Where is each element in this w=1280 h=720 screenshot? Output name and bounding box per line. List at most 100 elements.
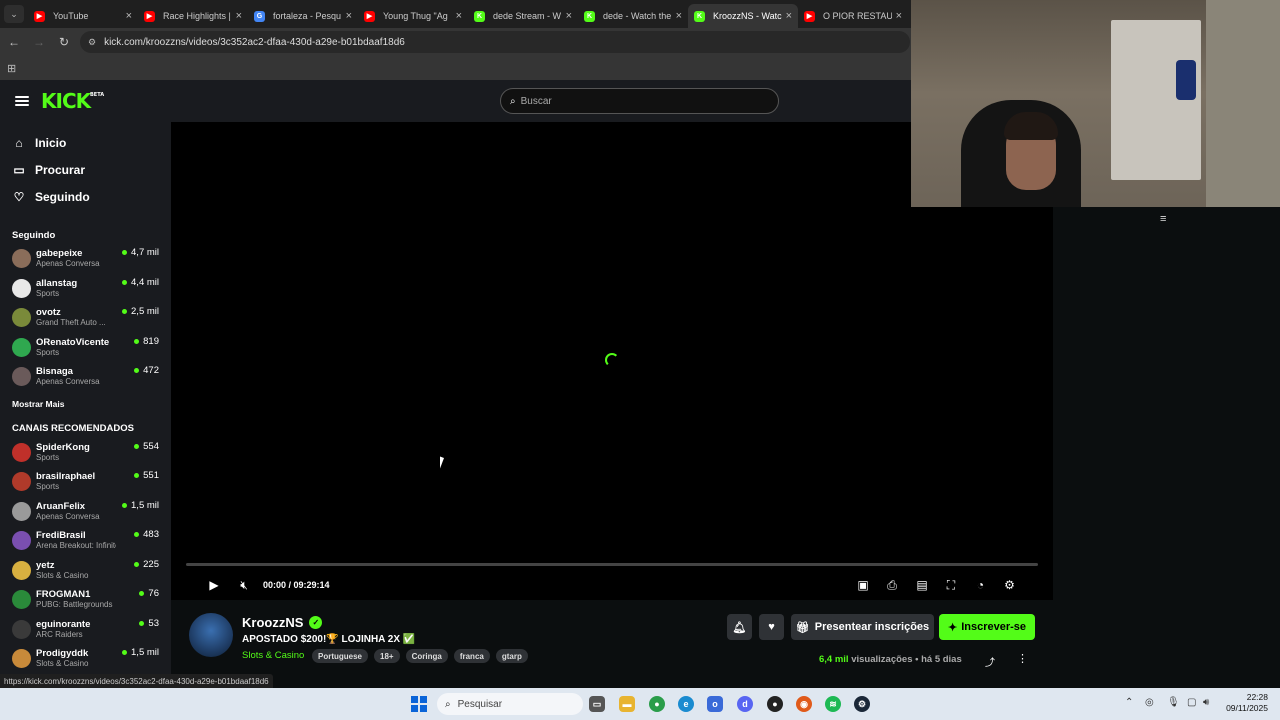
file-explorer-icon[interactable]: ▬ [619, 696, 635, 712]
channel-item[interactable]: allanstag Sports 4,4 mil [0, 274, 171, 304]
tray-chevron-icon[interactable]: ⌃ [1125, 697, 1133, 708]
chat-collapse-icon[interactable]: ≡ [1160, 213, 1166, 225]
viewer-count: 551 [143, 470, 159, 481]
sidebar-nav-item[interactable]: ▭ Procurar [0, 156, 171, 183]
progress-bar[interactable] [186, 563, 1038, 566]
tab-close-icon[interactable]: × [896, 10, 902, 22]
stream-tag[interactable]: Portuguese [312, 649, 369, 663]
sidebar-nav-item[interactable]: ♡ Seguindo [0, 183, 171, 210]
channel-item[interactable]: FrediBrasil Arena Breakout: Infinite 483 [0, 526, 171, 556]
sidebar-nav-label: Procurar [35, 162, 86, 177]
channel-name: Prodigyddk [36, 648, 89, 660]
browser-tab[interactable]: Gfortaleza - Pesqu × [248, 4, 358, 28]
windows-start-icon[interactable] [411, 696, 427, 712]
miniplayer-icon[interactable]: ▣ [856, 576, 870, 594]
outlook-icon[interactable]: o [707, 696, 723, 712]
chrome-icon[interactable]: ● [649, 696, 665, 712]
volume-icon[interactable]: 🔊︎ [1203, 697, 1209, 708]
streamer-avatar[interactable] [189, 613, 233, 657]
settings-gear-icon[interactable]: ⚙ [1002, 576, 1017, 594]
clip-icon[interactable]: ⎙ [885, 576, 899, 594]
steam-icon[interactable]: ⚙ [854, 696, 870, 712]
search-input[interactable]: ⌕ Buscar [500, 88, 779, 114]
channel-avatar [12, 337, 31, 357]
tab-close-icon[interactable]: × [346, 10, 352, 22]
tray-app-icon[interactable]: ◎ [1145, 697, 1154, 708]
stream-tag[interactable]: 18+ [374, 649, 400, 663]
channel-item[interactable]: Prodigyddk Slots & Casino 1,5 mil [0, 644, 171, 674]
stream-tag[interactable]: Coringa [405, 649, 448, 663]
mute-icon[interactable]: 🔇︎ [236, 576, 252, 594]
tab-close-icon[interactable]: × [126, 10, 132, 22]
browser-tab[interactable]: Kdede - Watch the × [578, 4, 688, 28]
edge-icon[interactable]: e [678, 696, 694, 712]
taskbar-clock[interactable]: 22:28 09/11/2025 [1226, 692, 1268, 714]
browser-tab[interactable]: K KroozzNS - Watc × [688, 4, 798, 28]
kick-logo[interactable]: KICK BETA [41, 89, 104, 113]
subscribe-button[interactable]: ✦ Inscrever-se [939, 614, 1035, 640]
channel-name: eguinorante [36, 618, 91, 630]
show-more-link[interactable]: Mostrar Mais [0, 394, 171, 414]
tab-favicon-icon: ▶ [144, 10, 155, 22]
streamer-name[interactable]: KroozzNS [242, 615, 303, 630]
browser-tab[interactable]: ▶ O PIOR RESTAUR × [798, 4, 908, 28]
stream-tag[interactable]: franca [453, 649, 490, 663]
task-view-icon[interactable]: ▭ [589, 696, 605, 712]
play-icon[interactable]: ▶ [207, 576, 221, 594]
gift-subs-button[interactable]: 🎁︎ Presentear inscrições [791, 614, 934, 640]
app-dark-icon[interactable]: ● [767, 696, 783, 712]
tab-close-icon[interactable]: × [676, 10, 682, 22]
channel-item[interactable]: brasilraphael Sports 551 [0, 467, 171, 497]
channel-viewers: 4,7 mil [122, 247, 159, 258]
theater-mode-icon[interactable]: ▤ [914, 576, 930, 594]
channel-item[interactable]: yetz Slots & Casino 225 [0, 556, 171, 586]
tab-close-icon[interactable]: × [456, 10, 462, 22]
viewer-count: 4,4 mil [131, 276, 159, 288]
tab-search-button[interactable]: ⌄ [4, 5, 24, 23]
playback-speed-icon[interactable]: ◔ [973, 576, 988, 594]
forward-arrow-icon[interactable]: → [28, 31, 50, 53]
browser-tab[interactable]: ▶ Young Thug "Ag × [358, 4, 468, 28]
taskbar-search[interactable]: ⌕ Pesquisar [437, 693, 583, 715]
fullscreen-icon[interactable]: ⛶ [944, 576, 958, 594]
network-icon[interactable]: ▢ [1187, 697, 1196, 708]
tab-close-icon[interactable]: × [236, 10, 242, 22]
tab-close-icon[interactable]: × [786, 10, 792, 22]
channel-item[interactable]: Bisnaga Apenas Conversa 472 [0, 362, 171, 392]
browser-tab[interactable]: ▶ Race Highlights | × [138, 4, 248, 28]
share-icon[interactable]: ⤴ [985, 654, 995, 669]
browser-tab[interactable]: ▶ YouTube × [28, 4, 138, 28]
reload-icon[interactable]: ↻ [53, 31, 75, 53]
address-bar[interactable]: ⚙ kick.com/kroozzns/videos/3c352ac2-dfaa… [80, 31, 910, 53]
site-info-icon[interactable]: ⚙ [88, 37, 96, 48]
channel-item[interactable]: ovotz Grand Theft Auto ... 2,5 mil [0, 303, 171, 333]
follow-heart-button[interactable]: ♥ [759, 614, 784, 640]
discord-icon[interactable]: d [737, 696, 753, 712]
mouse-cursor-icon [440, 456, 448, 472]
menu-icon[interactable] [15, 96, 29, 106]
channel-item[interactable]: eguinorante ARC Raiders 53 [0, 615, 171, 645]
microphone-icon[interactable]: 🎙︎ [1167, 697, 1180, 708]
browser-tab[interactable]: Kdede Stream - W × [468, 4, 578, 28]
channel-item[interactable]: AruanFelix Apenas Conversa 1,5 mil [0, 497, 171, 527]
app-orange-icon[interactable]: ◉ [796, 696, 812, 712]
spotify-icon[interactable]: ≋ [825, 696, 841, 712]
channel-item[interactable]: FROGMAN1 PUBG: Battlegrounds 76 [0, 585, 171, 615]
channel-item[interactable]: SpiderKong Sports 554 [0, 438, 171, 468]
viewer-count: 2,5 mil [131, 306, 159, 317]
more-options-icon[interactable]: ⋮ [1017, 652, 1028, 665]
channel-item[interactable]: gabepeixe Apenas Conversa 4,7 mil [0, 244, 171, 274]
channel-avatar [12, 619, 31, 639]
channel-viewers: 472 [134, 365, 159, 376]
notification-bell-button[interactable]: 🔔︎ [727, 614, 752, 640]
stream-category[interactable]: Slots & Casino [242, 650, 304, 661]
tab-close-icon[interactable]: × [566, 10, 572, 22]
channel-item[interactable]: ORenatoVicente Sports 819 [0, 333, 171, 363]
apps-grid-icon[interactable]: ⊞ [7, 62, 16, 75]
channel-category: Apenas Conversa [36, 377, 100, 387]
search-icon: ⌕ [445, 698, 451, 710]
back-arrow-icon[interactable]: ← [3, 31, 25, 53]
stream-tag[interactable]: gtarp [495, 649, 528, 663]
channel-viewers: 819 [134, 336, 159, 347]
sidebar-nav-item[interactable]: ⌂ Inicio [0, 129, 171, 156]
